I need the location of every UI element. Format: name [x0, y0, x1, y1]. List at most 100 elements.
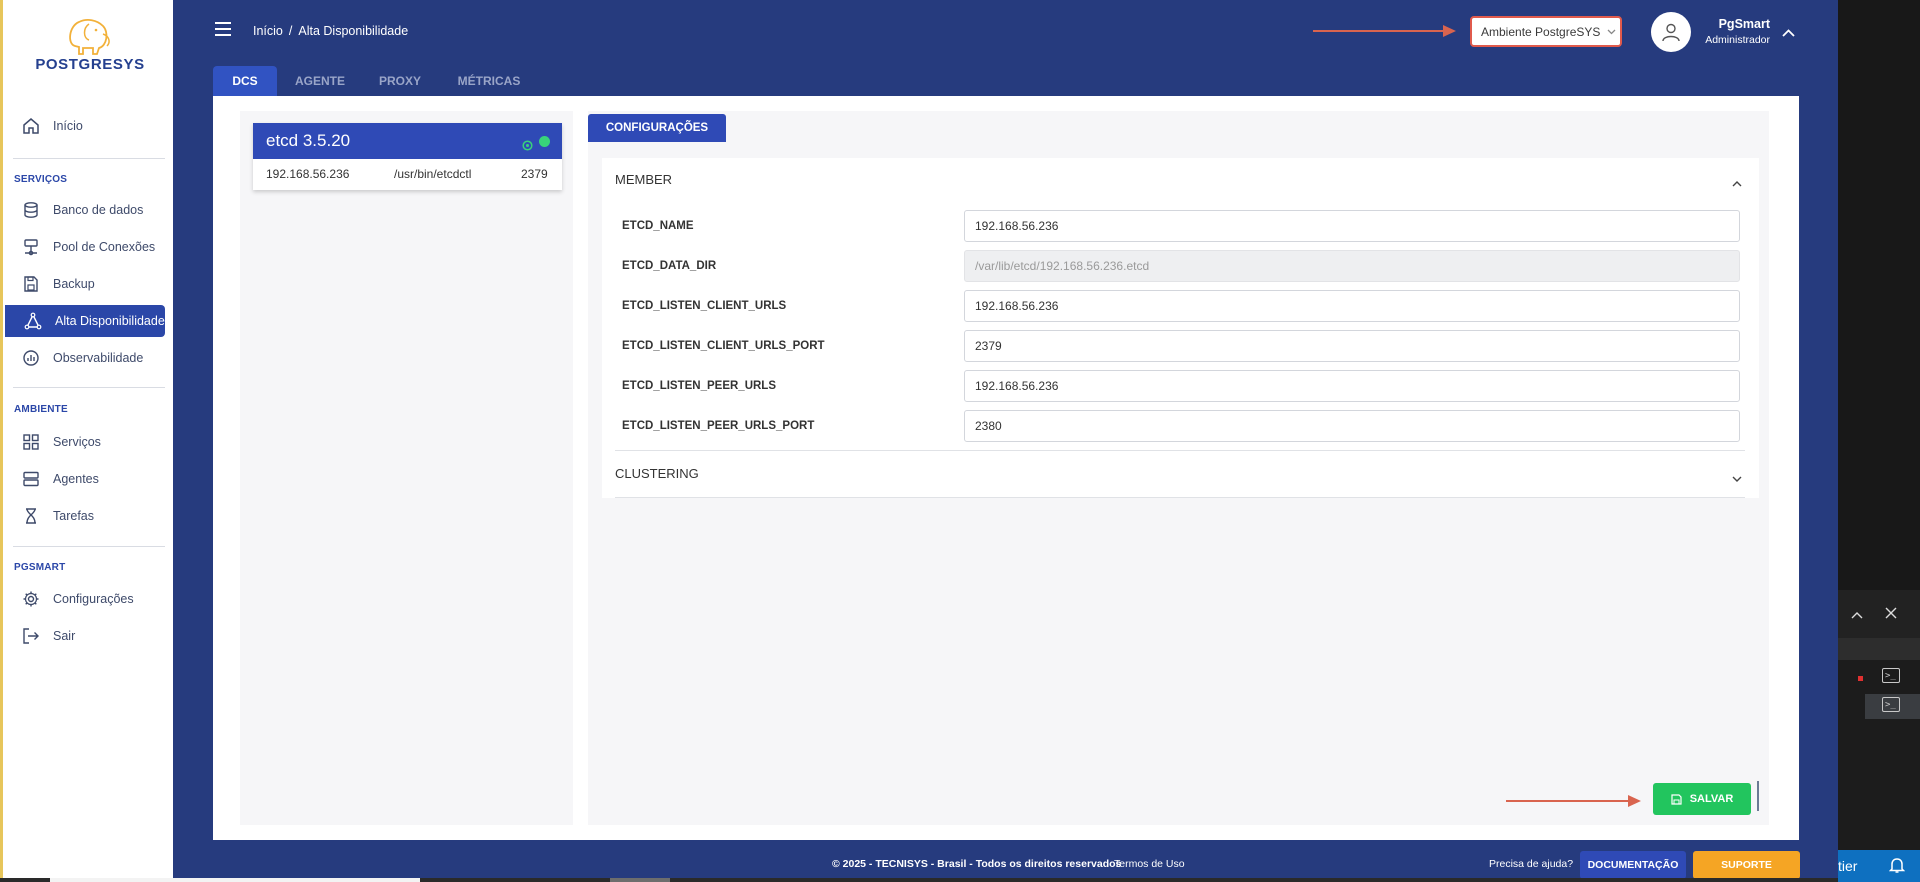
terminal-icon[interactable]: >_	[1882, 668, 1900, 683]
panel-close-button[interactable]	[1885, 606, 1897, 624]
side-window-row	[1838, 638, 1920, 660]
save-icon	[1671, 793, 1682, 805]
clustering-expand-toggle[interactable]	[1732, 470, 1742, 488]
annotation-arrow-head	[1443, 25, 1456, 37]
sidebar-item-configuracoes[interactable]: Configurações	[3, 583, 163, 615]
sidebar-item-observabilidade[interactable]: Observabilidade	[3, 342, 163, 374]
elephant-icon	[69, 19, 110, 55]
user-menu-toggle[interactable]	[1782, 24, 1795, 42]
sidebar-item-pool-de-conexoes[interactable]: Pool de Conexões	[3, 231, 163, 263]
divider	[13, 387, 165, 388]
section-ambiente: AMBIENTE	[14, 404, 68, 415]
panel-maximize-button[interactable]	[1851, 606, 1863, 624]
postgresys-logo[interactable]: POSTGRESYS	[17, 16, 163, 73]
breadcrumb-separator: /	[288, 24, 293, 38]
etcd-name-input[interactable]	[964, 210, 1740, 242]
bell-icon	[1888, 858, 1906, 873]
chevron-down-icon	[1607, 29, 1616, 34]
tab-proxy[interactable]: PROXY	[365, 66, 435, 96]
close-icon	[1885, 607, 1897, 619]
sidebar-item-label: Configurações	[53, 592, 134, 606]
sidebar-item-label: Sair	[53, 629, 76, 643]
sidebar-item-inicio[interactable]: Início	[3, 110, 163, 142]
sidebar-item-label: Observabilidade	[53, 351, 144, 365]
etcd-data-dir-input	[964, 250, 1740, 282]
sidebar-item-tarefas[interactable]: Tarefas	[3, 500, 163, 532]
chevron-up-icon	[1851, 612, 1863, 619]
sidebar-item-label: Banco de dados	[53, 203, 144, 217]
sidebar-item-alta-disponibilidade[interactable]: Alta Disponibilidade	[5, 305, 165, 337]
etcd-listen-client-urls-input[interactable]	[964, 290, 1740, 322]
chevron-down-icon	[1732, 476, 1742, 482]
notifications-button[interactable]	[1888, 856, 1906, 879]
field-label-etcd-data-dir: ETCD_DATA_DIR	[622, 260, 717, 272]
chevron-up-icon	[1732, 181, 1742, 187]
terms-link[interactable]: Termos de Uso	[1114, 858, 1185, 870]
dcs-list-panel	[240, 111, 573, 825]
divider	[13, 546, 165, 547]
user-role: Administrador	[1705, 34, 1770, 46]
etcd-binary: /usr/bin/etcdctl	[394, 167, 472, 181]
tab-dcs[interactable]: DCS	[213, 66, 277, 96]
save-button[interactable]: SALVAR	[1653, 783, 1751, 815]
etcd-listen-peer-urls-port-input[interactable]	[964, 410, 1740, 442]
status-ring-icon	[522, 136, 533, 156]
triangle-nodes-icon	[23, 311, 43, 331]
breadcrumb-home-link[interactable]: Início	[253, 24, 283, 38]
app-window: POSTGRESYS Início SERVIÇOS Banco de dado…	[0, 0, 1838, 882]
tab-configuracoes[interactable]: CONFIGURAÇÕES	[588, 114, 726, 142]
etcd-card[interactable]: etcd 3.5.20 192.168.56.236 /usr/bin/etcd…	[253, 123, 562, 190]
breadcrumb: Início / Alta Disponibilidade	[253, 24, 408, 38]
etcd-ip: 192.168.56.236	[266, 167, 350, 181]
etcd-listen-client-urls-port-input[interactable]	[964, 330, 1740, 362]
grid-icon	[21, 432, 41, 452]
sidebar-item-servicos[interactable]: Serviços	[3, 426, 163, 458]
tab-agente[interactable]: AGENTE	[285, 66, 355, 96]
environment-select-value: Ambiente PostgreSYS	[1481, 24, 1601, 39]
sidebar-item-label: Início	[53, 119, 83, 133]
footer-copyright: © 2025 - TECNISYS - Brasil - Todos os di…	[832, 858, 1122, 870]
etcd-listen-peer-urls-input[interactable]	[964, 370, 1740, 402]
hamburger-icon	[215, 22, 231, 36]
avatar[interactable]	[1651, 12, 1691, 52]
menu-toggle-button[interactable]	[215, 22, 231, 41]
environment-select[interactable]: Ambiente PostgreSYS	[1470, 16, 1622, 47]
divider	[615, 497, 1745, 498]
sidebar-item-label: Alta Disponibilidade	[55, 314, 165, 328]
sidebar-item-label: Backup	[53, 277, 95, 291]
database-icon	[21, 200, 41, 220]
annotation-arrow-head	[1628, 795, 1641, 807]
tab-metricas[interactable]: MÉTRICAS	[448, 66, 530, 96]
help-text: Precisa de ajuda?	[1489, 858, 1574, 870]
member-collapse-toggle[interactable]	[1732, 174, 1742, 192]
sidebar-item-sair[interactable]: Sair	[3, 620, 163, 652]
field-label-etcd-listen-client-urls-port: ETCD_LISTEN_CLIENT_URLS_PORT	[622, 340, 825, 352]
sidebar-item-backup[interactable]: Backup	[3, 268, 163, 300]
field-label-etcd-name: ETCD_NAME	[622, 220, 694, 232]
chart-pie-icon	[21, 348, 41, 368]
documentation-button[interactable]: DOCUMENTAÇÃO	[1580, 851, 1686, 879]
taskbar-segment	[50, 878, 420, 882]
clustering-section-title[interactable]: CLUSTERING	[615, 466, 699, 481]
divider	[1757, 781, 1759, 811]
sidebar-item-agentes[interactable]: Agentes	[3, 463, 163, 495]
field-label-etcd-listen-peer-urls: ETCD_LISTEN_PEER_URLS	[622, 380, 777, 392]
config-form	[602, 158, 1759, 498]
section-pgsmart: PGSMART	[14, 562, 66, 573]
save-button-label: SALVAR	[1689, 793, 1734, 805]
breadcrumb-current: Alta Disponibilidade	[298, 24, 409, 38]
taskbar-strip	[0, 878, 1838, 882]
taskbar-segment	[610, 878, 670, 882]
sidebar-item-banco-de-dados[interactable]: Banco de dados	[3, 194, 163, 226]
sidebar: POSTGRESYS Início SERVIÇOS Banco de dado…	[0, 0, 173, 882]
logout-icon	[21, 626, 41, 646]
support-button[interactable]: SUPORTE	[1693, 851, 1800, 879]
server-icon	[21, 469, 41, 489]
sidebar-item-label: Pool de Conexões	[53, 240, 156, 254]
terminal-icon[interactable]: >_	[1882, 697, 1900, 712]
member-section-title[interactable]: MEMBER	[615, 172, 672, 187]
logo-text: POSTGRESYS	[35, 56, 145, 73]
sidebar-item-label: Agentes	[53, 472, 99, 486]
user-name: PgSmart	[1718, 17, 1770, 31]
etcd-port: 2379	[521, 167, 548, 181]
